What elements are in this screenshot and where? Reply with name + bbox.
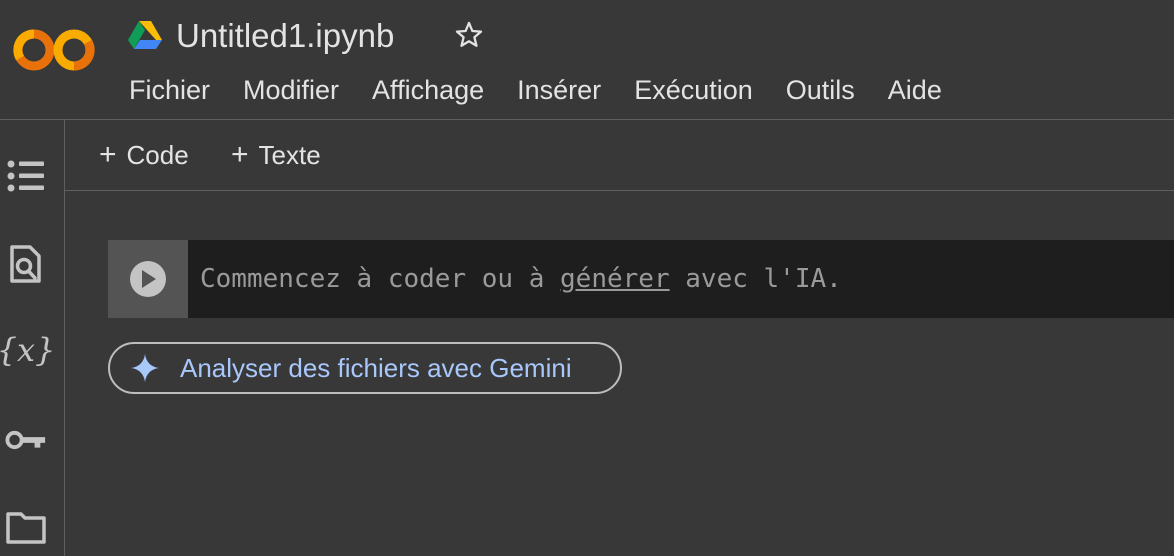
add-text-button[interactable]: + Texte — [231, 138, 321, 172]
plus-icon: + — [99, 138, 117, 171]
variables-icon[interactable]: {𝑥} — [0, 330, 55, 370]
menu-outils[interactable]: Outils — [786, 72, 855, 108]
left-sidebar: {𝑥} — [0, 120, 65, 556]
notebook-title[interactable]: Untitled1.ipynb — [176, 14, 394, 58]
placeholder-text-start: Commencez à coder ou à — [200, 264, 561, 294]
analyze-files-gemini-button[interactable]: Analyser des fichiers avec Gemini — [108, 342, 622, 394]
menu-bar: Fichier Modifier Affichage Insérer Exécu… — [129, 72, 975, 108]
top-header: Untitled1.ipynb Fichier Modifier Afficha… — [0, 0, 1174, 120]
notebook-main: Commencez à coder ou à générer avec l'IA… — [65, 191, 1174, 556]
gemini-sparkle-icon — [131, 354, 159, 382]
files-folder-icon[interactable] — [5, 507, 47, 547]
menu-modifier[interactable]: Modifier — [243, 72, 339, 108]
add-text-label: Texte — [258, 140, 321, 170]
menu-aide[interactable]: Aide — [888, 72, 942, 108]
code-cell[interactable]: Commencez à coder ou à générer avec l'IA… — [108, 240, 1174, 318]
google-drive-icon[interactable] — [128, 20, 162, 50]
table-of-contents-icon[interactable] — [5, 156, 47, 196]
notebook-toolbar: + Code + Texte — [65, 120, 1174, 191]
add-code-button[interactable]: + Code — [99, 138, 189, 172]
star-icon[interactable] — [452, 18, 486, 52]
secrets-key-icon[interactable] — [5, 420, 47, 460]
menu-execution[interactable]: Exécution — [634, 72, 753, 108]
menu-inserer[interactable]: Insérer — [517, 72, 601, 108]
placeholder-text-end: avec l'IA. — [669, 264, 842, 294]
gemini-button-label: Analyser des fichiers avec Gemini — [180, 353, 572, 383]
cell-placeholder[interactable]: Commencez à coder ou à générer avec l'IA… — [200, 262, 842, 296]
add-code-label: Code — [126, 140, 189, 170]
menu-affichage[interactable]: Affichage — [372, 72, 484, 108]
colab-logo[interactable] — [12, 22, 96, 78]
plus-icon: + — [231, 138, 249, 171]
cell-run-gutter — [108, 240, 188, 318]
generate-link[interactable]: générer — [560, 264, 670, 294]
menu-fichier[interactable]: Fichier — [129, 72, 210, 108]
play-circle-icon[interactable] — [130, 261, 166, 297]
find-replace-icon[interactable] — [5, 244, 47, 284]
